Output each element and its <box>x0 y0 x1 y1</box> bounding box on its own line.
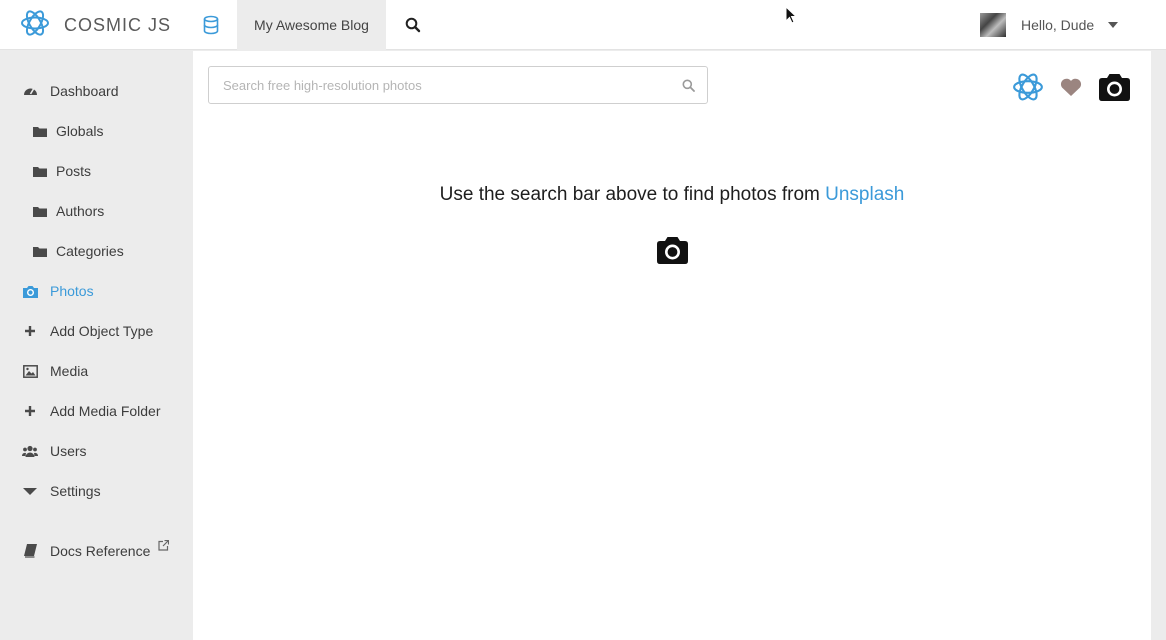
book-icon <box>22 543 38 559</box>
sidebar-item-settings[interactable]: Settings <box>0 471 193 511</box>
sidebar-item-label: Add Object Type <box>50 323 154 339</box>
plus-icon <box>22 323 38 339</box>
sidebar-item-label: Globals <box>56 123 104 139</box>
camera-icon <box>656 236 689 270</box>
avatar[interactable] <box>980 13 1006 37</box>
sidebar-item-label: Dashboard <box>50 83 119 99</box>
sidebar-item-authors[interactable]: Authors <box>0 191 193 231</box>
brand-logo[interactable]: COSMIC JS <box>20 8 172 43</box>
photo-search-input[interactable] <box>209 67 669 103</box>
sidebar-item-label: Media <box>50 363 89 379</box>
unsplash-link[interactable]: Unsplash <box>825 184 904 205</box>
brand-name: COSMIC JS <box>64 14 172 35</box>
camera-icon <box>22 283 38 299</box>
sidebar-item-photos[interactable]: Photos <box>0 271 193 311</box>
image-icon <box>22 363 38 379</box>
search-icon[interactable] <box>405 17 421 38</box>
sidebar-item-label: Add Media Folder <box>50 403 161 419</box>
users-icon <box>22 443 38 459</box>
plus-icon <box>22 403 38 419</box>
cosmic-logo-icon[interactable] <box>1012 71 1044 103</box>
main-content: Use the search bar above to find photos … <box>193 51 1151 640</box>
bucket-tab[interactable]: My Awesome Blog <box>237 0 386 50</box>
sidebar-item-label: Users <box>50 443 87 459</box>
sidebar-item-label: Docs Reference <box>50 543 151 559</box>
folder-icon <box>32 123 48 139</box>
folder-icon <box>32 203 48 219</box>
sidebar-item-dashboard[interactable]: Dashboard <box>0 71 193 111</box>
camera-icon[interactable] <box>1098 73 1131 102</box>
caret-down-icon <box>22 483 38 499</box>
folder-icon <box>32 163 48 179</box>
caret-down-icon[interactable] <box>1108 22 1119 28</box>
top-navbar: COSMIC JS My Awesome Blog Hello, Dude <box>0 0 1166 50</box>
sidebar-item-label: Photos <box>50 283 94 299</box>
empty-state-text: Use the search bar above to find photos … <box>439 184 820 205</box>
dashboard-icon <box>22 83 38 99</box>
user-menu[interactable]: Hello, Dude <box>980 12 1119 38</box>
sidebar-item-label: Categories <box>56 243 124 259</box>
sidebar-item-globals[interactable]: Globals <box>0 111 193 151</box>
sidebar-item-label: Posts <box>56 163 92 179</box>
sidebar-item-add-media-folder[interactable]: Add Media Folder <box>0 391 193 431</box>
sidebar-item-label: Authors <box>56 203 105 219</box>
sidebar: Dashboard Globals Posts Authors Categori… <box>0 51 193 640</box>
sidebar-item-label: Settings <box>50 483 101 499</box>
cosmic-logo-icon <box>20 8 50 43</box>
heart-icon[interactable] <box>1060 78 1082 97</box>
sidebar-item-users[interactable]: Users <box>0 431 193 471</box>
sidebar-item-add-object-type[interactable]: Add Object Type <box>0 311 193 351</box>
folder-icon <box>32 243 48 259</box>
sidebar-item-posts[interactable]: Posts <box>0 151 193 191</box>
sidebar-item-categories[interactable]: Categories <box>0 231 193 271</box>
mouse-cursor-icon <box>785 5 798 29</box>
user-greeting[interactable]: Hello, Dude <box>1021 17 1094 33</box>
external-link-icon <box>158 538 170 554</box>
sidebar-item-docs-reference[interactable]: Docs Reference <box>0 531 193 571</box>
sidebar-item-media[interactable]: Media <box>0 351 193 391</box>
photo-toolbar <box>996 71 1131 103</box>
search-icon[interactable] <box>682 79 695 97</box>
database-icon[interactable] <box>202 15 220 40</box>
empty-state-message: Use the search bar above to find photos … <box>193 184 1151 206</box>
photo-search-box[interactable] <box>208 66 708 104</box>
